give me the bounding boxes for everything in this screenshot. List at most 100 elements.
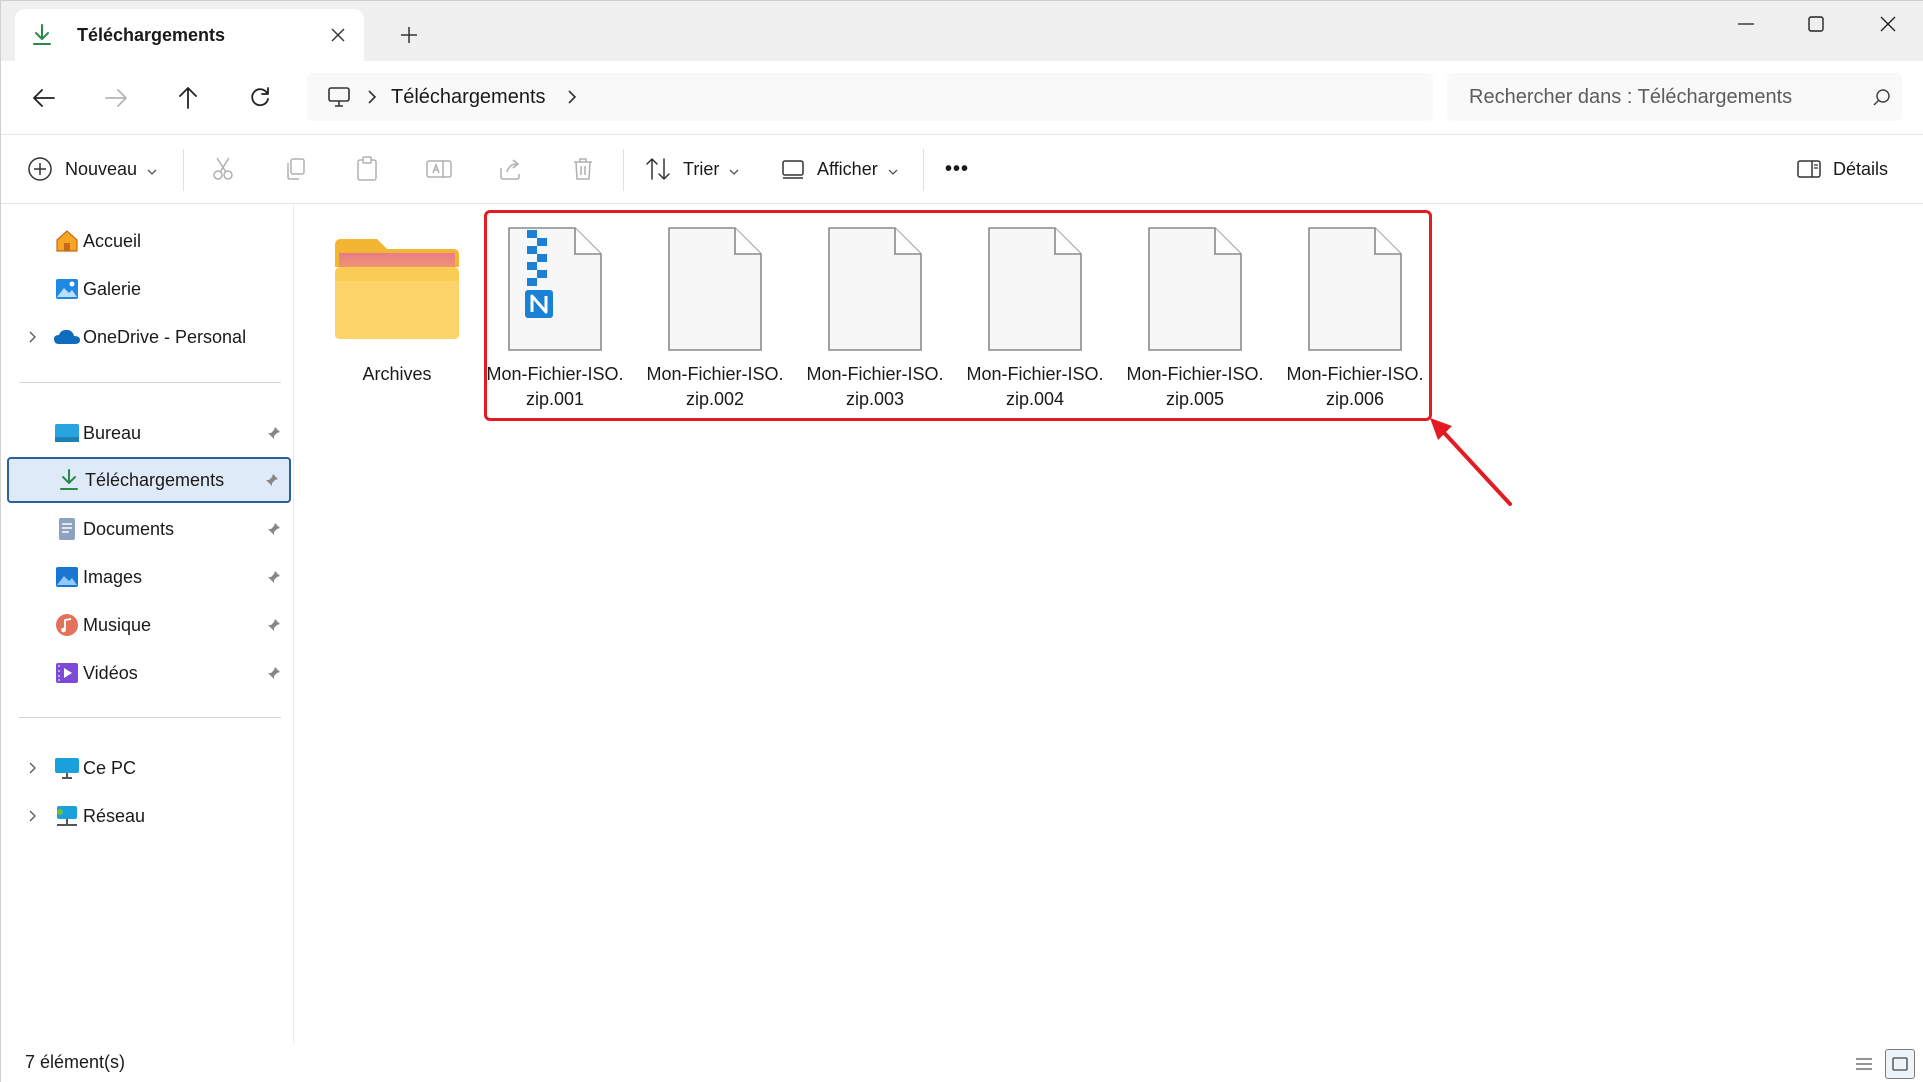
sidebar-item-bureau[interactable]: Bureau (7, 410, 291, 456)
pin-icon[interactable] (263, 426, 285, 440)
pin-icon[interactable] (263, 666, 285, 680)
sidebar-item-onedrive[interactable]: OneDrive - Personal (7, 314, 291, 360)
sidebar-item-reseau[interactable]: Réseau (7, 793, 291, 839)
new-tab-button[interactable] (389, 15, 429, 55)
details-view-icon[interactable] (1849, 1049, 1879, 1079)
forward-arrow-icon (105, 89, 127, 107)
more-options-icon: ••• (945, 157, 970, 180)
tab-title: Téléchargements (77, 24, 226, 45)
minimize-icon[interactable] (1711, 1, 1781, 47)
annotation-arrow-icon (1430, 418, 1512, 506)
sidebar-item-galerie[interactable]: Galerie (7, 266, 291, 312)
chevron-right-icon[interactable] (23, 314, 43, 360)
tab-downloads[interactable]: Téléchargements (15, 9, 364, 61)
sidebar-item-accueil[interactable]: Accueil (7, 218, 291, 264)
item-count: 7 élément(s) (25, 1052, 126, 1072)
share-button[interactable] (487, 145, 535, 193)
large-icons-view-icon[interactable] (1885, 1049, 1915, 1079)
gallery-icon (53, 275, 81, 303)
chevron-right-icon[interactable] (23, 745, 43, 791)
file-item-archives[interactable]: Archives (322, 224, 472, 387)
breadcrumb-downloads[interactable]: Téléchargements (391, 86, 546, 109)
sidebar-item-label: Documents (83, 518, 175, 539)
sidebar-item-ce-pc[interactable]: Ce PC (7, 745, 291, 791)
search-icon[interactable] (1862, 88, 1902, 106)
new-button[interactable]: Nouveau (27, 145, 157, 193)
this-pc-icon (53, 754, 81, 782)
download-icon (29, 22, 55, 48)
search-input[interactable]: Rechercher dans : Téléchargements (1447, 73, 1902, 121)
sidebar-item-musique[interactable]: Musique (7, 602, 291, 648)
rename-button[interactable] (415, 145, 463, 193)
pin-icon[interactable] (263, 522, 285, 536)
chevron-down-icon (147, 159, 157, 180)
refresh-button[interactable] (236, 74, 284, 122)
trash-icon (574, 158, 592, 180)
close-icon[interactable] (1853, 1, 1923, 47)
address-field[interactable]: Téléchargements (307, 73, 1433, 121)
chevron-right-icon[interactable] (353, 90, 391, 104)
view-label: Afficher (817, 158, 878, 179)
pin-icon[interactable] (261, 473, 283, 487)
sidebar-item-label: Accueil (83, 230, 142, 251)
sidebar-item-label: Vidéos (83, 662, 138, 683)
music-icon (53, 611, 81, 639)
cut-button[interactable] (199, 145, 247, 193)
details-button[interactable]: Détails (1797, 145, 1888, 193)
view-button[interactable]: Afficher (781, 145, 898, 193)
chevron-down-icon (729, 159, 739, 180)
navigation-pane: Accueil Galerie OneDrive - Personal Bure… (1, 204, 294, 1044)
back-arrow-icon (33, 89, 55, 107)
up-button[interactable] (164, 74, 212, 122)
address-bar-row: Téléchargements Rechercher dans : Téléch… (1, 61, 1923, 135)
sidebar-item-label: OneDrive - Personal (83, 326, 247, 347)
title-bar: Téléchargements (1, 1, 1923, 61)
file-name: Archives (362, 364, 432, 384)
close-tab-icon[interactable] (318, 15, 358, 55)
up-arrow-icon (179, 87, 197, 109)
sidebar-item-label: Téléchargements (85, 469, 225, 490)
copy-button[interactable] (271, 145, 319, 193)
more-options-button[interactable]: ••• (945, 145, 969, 193)
pin-icon[interactable] (263, 570, 285, 584)
details-label: Détails (1833, 158, 1889, 179)
command-bar: Nouveau Trier Afficher ••• Détails (1, 135, 1923, 204)
view-icon (782, 160, 804, 179)
pictures-icon (53, 563, 81, 591)
chevron-right-icon[interactable] (554, 90, 592, 104)
folder-icon (332, 224, 462, 354)
sidebar-item-videos[interactable]: Vidéos (7, 650, 291, 696)
forward-button[interactable] (92, 74, 140, 122)
sidebar-item-telechargements[interactable]: Téléchargements (7, 457, 291, 503)
file-list: Archives Mon-Fichier-ISO. zip.001 Mon-Fic… (294, 204, 1923, 1044)
computer-icon[interactable] (325, 83, 353, 111)
clipboard-icon (357, 156, 377, 181)
videos-icon (53, 659, 81, 687)
back-button[interactable] (20, 74, 68, 122)
sidebar-item-label: Ce PC (83, 757, 137, 778)
sidebar-item-label: Images (83, 566, 143, 587)
desktop-folder-icon (53, 419, 81, 447)
search-placeholder[interactable]: Rechercher dans : Téléchargements (1469, 86, 1862, 109)
plus-circle-icon (28, 157, 52, 181)
documents-icon (53, 515, 81, 543)
pin-icon[interactable] (263, 618, 285, 632)
sidebar-item-images[interactable]: Images (7, 554, 291, 600)
maximize-icon[interactable] (1781, 1, 1851, 47)
sidebar-item-label: Réseau (83, 805, 146, 826)
sort-icon (646, 158, 670, 180)
sidebar-item-label: Musique (83, 614, 152, 635)
chevron-right-icon[interactable] (23, 793, 43, 839)
onedrive-icon (53, 323, 81, 351)
new-label: Nouveau (65, 158, 138, 179)
paste-button[interactable] (343, 145, 391, 193)
file-explorer-window: Téléchargements Téléchargements Recherch… (0, 0, 1923, 1082)
sort-button[interactable]: Trier (645, 145, 739, 193)
delete-button[interactable] (559, 145, 607, 193)
sidebar-item-documents[interactable]: Documents (7, 506, 291, 552)
downloads-icon (55, 466, 83, 494)
scissors-icon (213, 157, 233, 180)
rename-icon (426, 160, 452, 178)
details-pane-icon (1797, 160, 1821, 178)
copy-icon (287, 158, 305, 180)
